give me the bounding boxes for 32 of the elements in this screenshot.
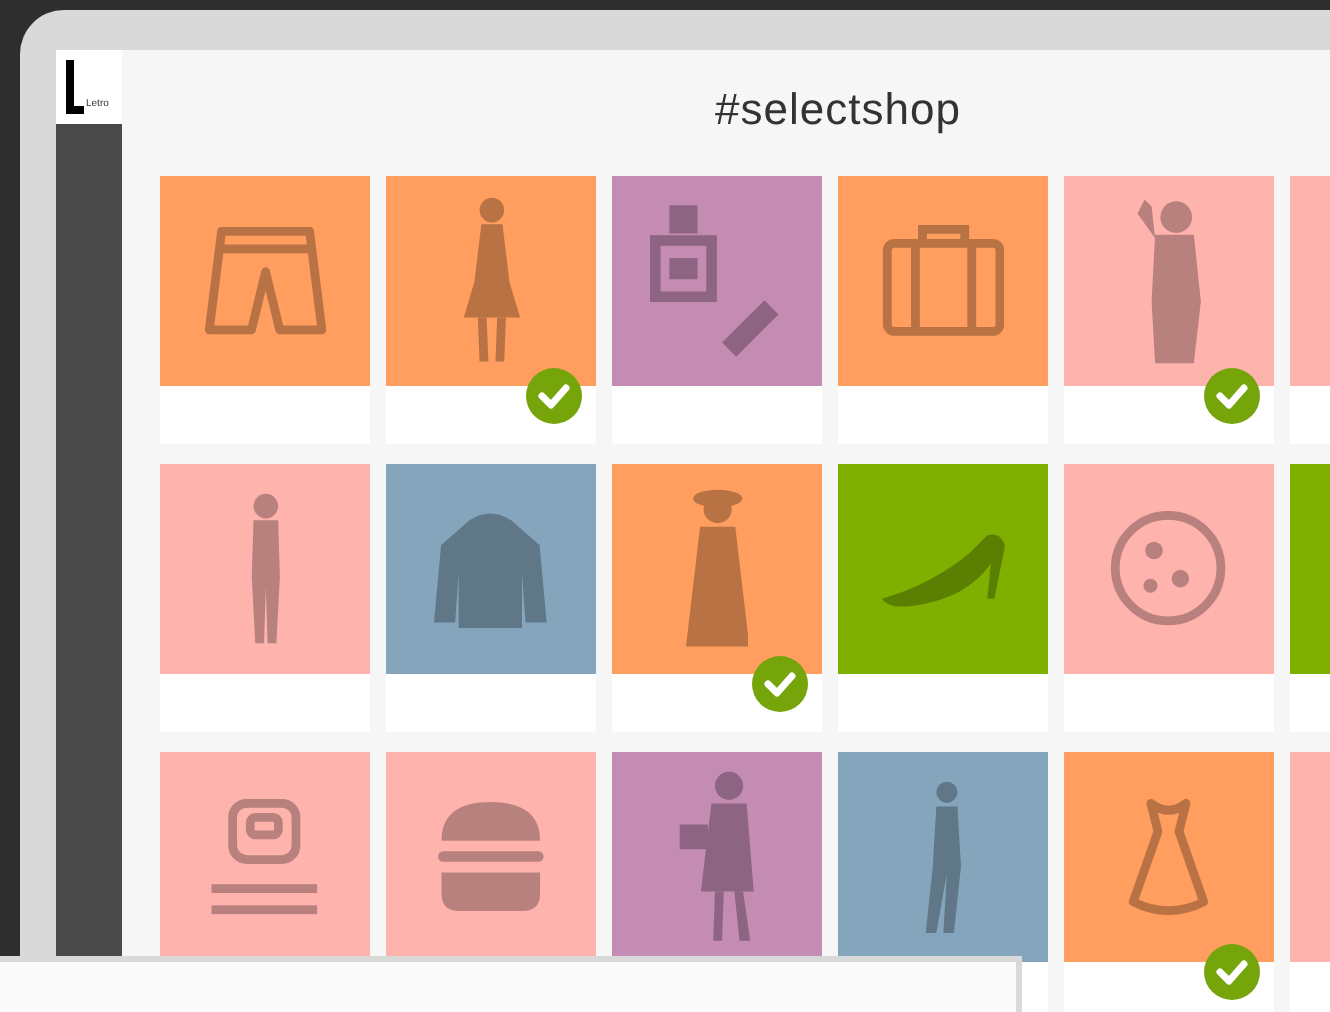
man-figure-icon bbox=[249, 492, 281, 646]
dress-icon bbox=[1128, 797, 1210, 917]
product-tile[interactable] bbox=[838, 752, 1048, 962]
nail-polish-icon bbox=[650, 200, 784, 362]
shorts-icon bbox=[203, 226, 327, 336]
product-tile[interactable] bbox=[1064, 752, 1274, 962]
product-tile[interactable] bbox=[1064, 464, 1274, 674]
suitcase-icon bbox=[881, 224, 1005, 338]
product-tile[interactable] bbox=[1064, 176, 1274, 386]
product-tile[interactable] bbox=[612, 176, 822, 386]
burger-icon bbox=[438, 802, 544, 912]
product-tile[interactable] bbox=[838, 464, 1048, 674]
product-tile[interactable] bbox=[386, 176, 596, 386]
woman-figure-icon bbox=[461, 196, 521, 366]
product-tile[interactable] bbox=[386, 752, 596, 962]
woman-figure-icon bbox=[1133, 196, 1205, 366]
woman-figure-icon bbox=[685, 488, 749, 650]
man-figure-icon bbox=[923, 779, 963, 935]
product-tile[interactable] bbox=[160, 176, 370, 386]
product-tile[interactable] bbox=[612, 464, 822, 674]
jacket-icon bbox=[434, 509, 548, 629]
product-tile[interactable] bbox=[838, 176, 1048, 386]
pizza-icon bbox=[1110, 510, 1228, 628]
page-title: #selectshop bbox=[715, 84, 961, 136]
logo-icon bbox=[66, 60, 84, 114]
product-tile[interactable] bbox=[160, 752, 370, 962]
scale-icon bbox=[208, 797, 322, 917]
high-heel-icon bbox=[879, 529, 1007, 609]
product-tile[interactable] bbox=[160, 464, 370, 674]
woman-figure-icon bbox=[678, 770, 756, 944]
product-tile[interactable] bbox=[612, 752, 822, 962]
product-tile[interactable] bbox=[386, 464, 596, 674]
